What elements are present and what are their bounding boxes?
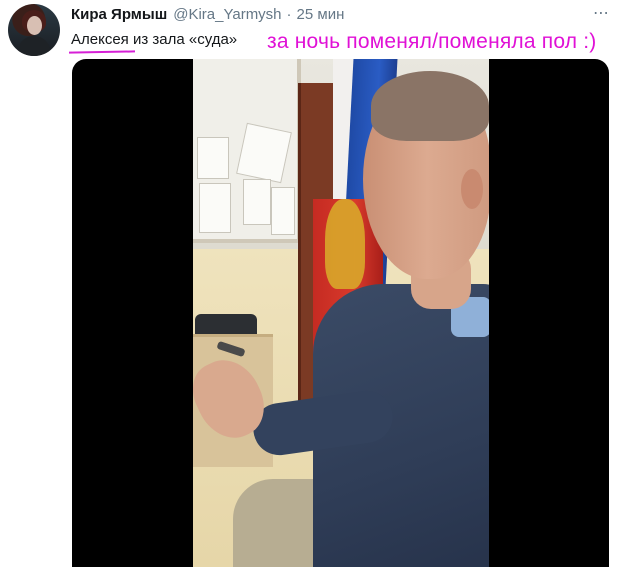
- notice-paper: [271, 187, 295, 235]
- avatar-body: [18, 36, 50, 56]
- notice-paper: [199, 183, 231, 233]
- video-frame: [193, 59, 489, 567]
- more-horizontal-icon[interactable]: ⋯: [593, 6, 610, 22]
- tweet-text: Алексея из зала «суда»: [71, 31, 238, 48]
- person-hair: [371, 71, 489, 141]
- author-handle[interactable]: @Kira_Yarmysh: [173, 6, 281, 23]
- tweet-timestamp[interactable]: 25 мин: [297, 6, 345, 23]
- media-video[interactable]: [72, 59, 609, 567]
- notice-board: [193, 59, 301, 243]
- notice-paper: [236, 122, 292, 184]
- annotation-underline: [68, 50, 136, 54]
- notice-paper: [197, 137, 229, 179]
- tweet-header: Кира Ярмыш @Kira_Yarmysh · 25 мин: [71, 6, 344, 26]
- annotation-text: за ночь поменял/поменяла пол :): [267, 30, 597, 53]
- author-name[interactable]: Кира Ярмыш: [71, 6, 167, 23]
- flag-emblem: [325, 199, 365, 289]
- notice-paper: [243, 179, 271, 225]
- avatar-face: [27, 16, 42, 35]
- avatar[interactable]: [8, 4, 60, 56]
- tweet-card[interactable]: Кира Ярмыш @Kira_Yarmysh · 25 мин ⋯ Алек…: [0, 0, 640, 567]
- header-separator: ·: [286, 6, 292, 23]
- person-ear: [461, 169, 483, 209]
